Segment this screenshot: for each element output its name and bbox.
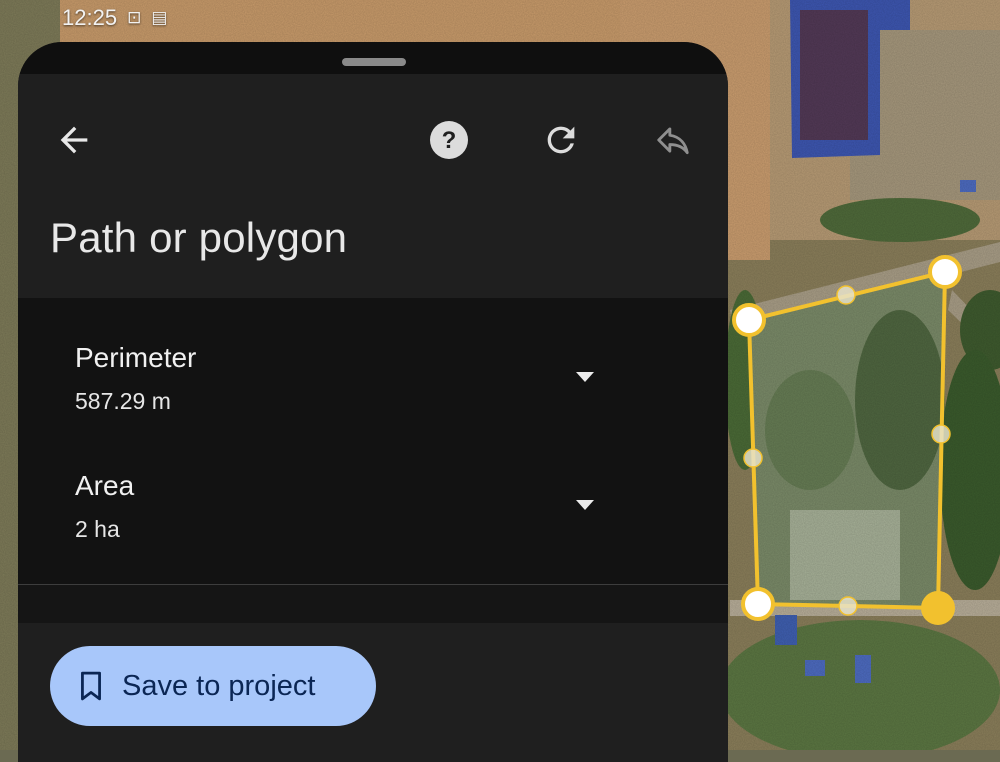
help-icon: ?	[430, 121, 468, 159]
area-value: 2 ha	[75, 516, 120, 542]
sheet-footer: Save to project	[18, 623, 728, 762]
save-to-project-button[interactable]: Save to project	[50, 646, 376, 726]
perimeter-row[interactable]: Perimeter 587.29 m	[18, 342, 728, 452]
status-time: 12:25	[62, 5, 118, 30]
polygon-midpoint-handle-1[interactable]	[836, 285, 856, 305]
perimeter-dropdown-icon[interactable]	[576, 372, 594, 382]
notification-icon: ▤	[151, 8, 168, 27]
polygon-vertex-4[interactable]	[741, 587, 775, 621]
sheet-spacer	[18, 585, 728, 623]
area-dropdown-icon[interactable]	[576, 500, 594, 510]
back-button[interactable]	[46, 112, 102, 168]
drag-handle[interactable]	[342, 58, 406, 66]
polygon-midpoint-handle-2[interactable]	[931, 424, 951, 444]
polygon-midpoint-handle-4[interactable]	[743, 448, 763, 468]
area-label: Area	[75, 470, 135, 501]
measure-bottom-sheet: ? Path or polygon Perimeter 587.29 m Are…	[18, 42, 728, 762]
perimeter-label: Perimeter	[75, 342, 197, 373]
polygon-vertex-selected[interactable]	[921, 591, 955, 625]
polygon-vertex-2[interactable]	[928, 255, 962, 289]
perimeter-value: 587.29 m	[75, 388, 171, 414]
svg-text:?: ?	[442, 127, 457, 154]
save-to-project-label: Save to project	[122, 669, 316, 702]
status-bar: 12:25 ⊡ ▤	[62, 4, 167, 32]
bookmark-icon	[81, 671, 101, 701]
page-title: Path or polygon	[50, 214, 348, 261]
help-button[interactable]: ?	[421, 112, 477, 168]
redo-icon	[547, 126, 575, 154]
area-row[interactable]: Area 2 ha	[18, 470, 728, 580]
undo-icon	[657, 127, 689, 155]
sheet-top-bar	[18, 42, 728, 74]
polygon-midpoint-handle-3[interactable]	[838, 596, 858, 616]
undo-button[interactable]	[645, 112, 701, 168]
back-arrow-icon	[60, 126, 88, 154]
sheet-header: ? Path or polygon	[18, 74, 728, 298]
polygon-vertex-1[interactable]	[732, 303, 766, 337]
measurements-panel: Perimeter 587.29 m Area 2 ha	[18, 298, 728, 584]
redo-button[interactable]	[533, 112, 589, 168]
screen-record-icon: ⊡	[127, 8, 142, 27]
